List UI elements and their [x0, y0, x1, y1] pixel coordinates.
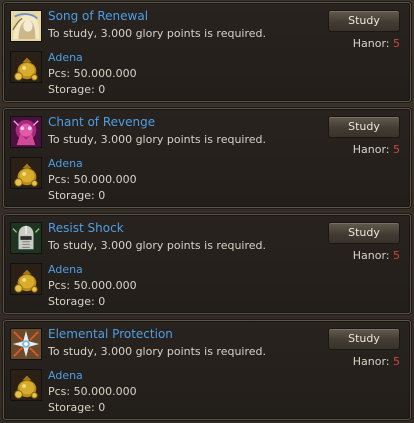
honor-value: 5: [393, 249, 400, 262]
elemental-protection-icon: [10, 328, 42, 360]
glory-requirement: To study, 3.000 glory points is required…: [48, 133, 267, 146]
honor-label: Hanor:: [352, 143, 390, 156]
item-storage: Storage: 0: [48, 189, 106, 202]
skill-name: Song of Renewal: [48, 9, 149, 23]
honor-requirement: Hanor: 5: [353, 143, 400, 156]
item-storage: Storage: 0: [48, 83, 106, 96]
honor-requirement: Hanor: 5: [353, 355, 400, 368]
adena-coin-bag-icon: [10, 51, 42, 83]
item-pieces: Pcs: 50.000.000: [48, 67, 137, 80]
study-button[interactable]: Study: [328, 10, 400, 32]
skill-entry-elemental-protection: Elemental Protection To study, 3.000 glo…: [3, 320, 411, 420]
honor-requirement: Hanor: 5: [353, 249, 400, 262]
song-of-renewal-icon: [10, 10, 42, 42]
skill-name: Chant of Revenge: [48, 115, 156, 129]
honor-label: Hanor:: [352, 37, 390, 50]
honor-value: 5: [393, 143, 400, 156]
item-storage: Storage: 0: [48, 295, 106, 308]
chant-of-revenge-icon: [10, 116, 42, 148]
adena-coin-bag-icon: [10, 369, 42, 401]
study-button[interactable]: Study: [328, 328, 400, 350]
honor-value: 5: [393, 355, 400, 368]
item-name: Adena: [48, 51, 83, 64]
skill-entry-song-of-renewal: Song of Renewal To study, 3.000 glory po…: [3, 2, 411, 102]
item-pieces: Pcs: 50.000.000: [48, 173, 137, 186]
skill-name: Resist Shock: [48, 221, 124, 235]
skill-entry-chant-of-revenge: Chant of Revenge To study, 3.000 glory p…: [3, 108, 411, 208]
adena-coin-bag-icon: [10, 263, 42, 295]
item-storage: Storage: 0: [48, 401, 106, 414]
honor-label: Hanor:: [352, 355, 390, 368]
item-pieces: Pcs: 50.000.000: [48, 385, 137, 398]
resist-shock-icon: [10, 222, 42, 254]
glory-requirement: To study, 3.000 glory points is required…: [48, 239, 267, 252]
glory-requirement: To study, 3.000 glory points is required…: [48, 27, 267, 40]
item-pieces: Pcs: 50.000.000: [48, 279, 137, 292]
study-button[interactable]: Study: [328, 116, 400, 138]
item-name: Adena: [48, 263, 83, 276]
skill-name: Elemental Protection: [48, 327, 173, 341]
skill-entry-resist-shock: Resist Shock To study, 3.000 glory point…: [3, 214, 411, 314]
skill-study-list: Song of Renewal To study, 3.000 glory po…: [0, 0, 414, 423]
honor-value: 5: [393, 37, 400, 50]
adena-coin-bag-icon: [10, 157, 42, 189]
honor-requirement: Hanor: 5: [353, 37, 400, 50]
item-name: Adena: [48, 369, 83, 382]
glory-requirement: To study, 3.000 glory points is required…: [48, 345, 267, 358]
study-button[interactable]: Study: [328, 222, 400, 244]
item-name: Adena: [48, 157, 83, 170]
honor-label: Hanor:: [352, 249, 390, 262]
